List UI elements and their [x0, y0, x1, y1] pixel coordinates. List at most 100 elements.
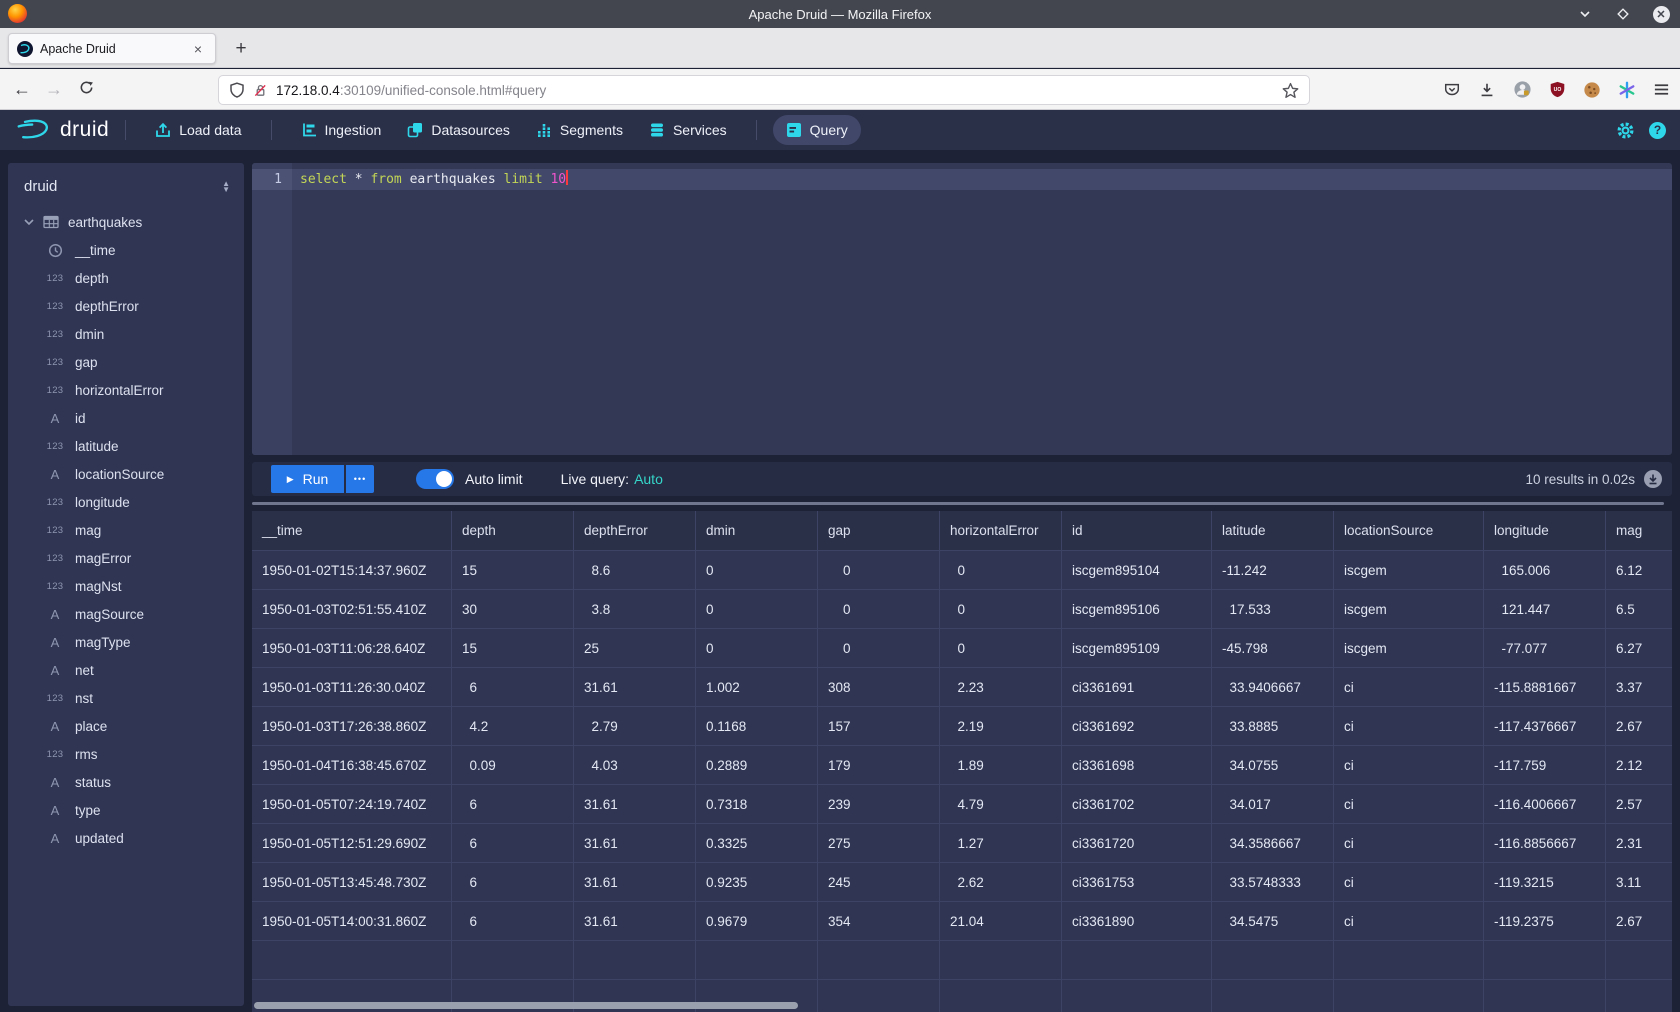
language-asterisk-icon[interactable]	[1618, 81, 1636, 99]
result-cell[interactable]: 0165.006	[1484, 551, 1606, 590]
result-cell[interactable]: 239	[818, 785, 940, 824]
result-cell[interactable]: 04.79	[940, 785, 1062, 824]
result-cell[interactable]: ci3361692	[1062, 707, 1212, 746]
result-cell[interactable]: 0	[696, 551, 818, 590]
schema-column-item[interactable]: AmagType	[8, 628, 244, 656]
result-cell[interactable]: 1950-01-05T14:00:31.860Z	[252, 902, 452, 941]
result-cell[interactable]: 1950-01-03T11:06:28.640Z	[252, 629, 452, 668]
result-cell[interactable]: 6.5	[1606, 590, 1672, 629]
settings-gear-icon[interactable]	[1616, 121, 1635, 140]
column-header-depthError[interactable]: depthError	[574, 511, 696, 551]
result-cell[interactable]: 06	[452, 668, 574, 707]
result-cell[interactable]: 0-77.077	[1484, 629, 1606, 668]
result-cell[interactable]: 15	[452, 551, 574, 590]
horizontal-scrollbar[interactable]	[254, 1002, 798, 1009]
auto-limit-toggle[interactable]	[416, 469, 454, 489]
schema-column-item[interactable]: 123magNst	[8, 572, 244, 600]
schema-column-item[interactable]: Anet	[8, 656, 244, 684]
result-cell[interactable]: 033.9406667	[1212, 668, 1334, 707]
result-cell[interactable]: 00.09	[452, 746, 574, 785]
cookie-icon[interactable]	[1583, 81, 1601, 99]
insecure-lock-icon[interactable]	[253, 83, 268, 98]
result-cell[interactable]: 06	[452, 863, 574, 902]
column-header-longitude[interactable]: longitude	[1484, 511, 1606, 551]
result-cell[interactable]: -116.4006667	[1484, 785, 1606, 824]
ublock-origin-icon[interactable]: UO	[1549, 81, 1566, 98]
result-cell[interactable]: 21.04	[940, 902, 1062, 941]
tab-close-icon[interactable]: ×	[189, 41, 207, 57]
result-cell[interactable]: ci3361691	[1062, 668, 1212, 707]
schema-column-item[interactable]: 123depthError	[8, 292, 244, 320]
result-cell[interactable]: 31.61	[574, 785, 696, 824]
schema-column-item[interactable]: 123longitude	[8, 488, 244, 516]
result-cell[interactable]: 6.27	[1606, 629, 1672, 668]
sql-query-text[interactable]: select * from earthquakes limit 10	[292, 169, 568, 190]
schema-column-item[interactable]: 123mag	[8, 516, 244, 544]
result-cell[interactable]: 0	[696, 629, 818, 668]
result-cell[interactable]: 25	[574, 629, 696, 668]
column-header-id[interactable]: id	[1062, 511, 1212, 551]
result-cell[interactable]: 00	[940, 551, 1062, 590]
column-header-mag[interactable]: mag	[1606, 511, 1672, 551]
result-cell[interactable]: ci3361720	[1062, 824, 1212, 863]
column-header-dmin[interactable]: dmin	[696, 511, 818, 551]
forward-button[interactable]: →	[38, 79, 70, 100]
result-cell[interactable]: ci3361702	[1062, 785, 1212, 824]
result-cell[interactable]: 3.37	[1606, 668, 1672, 707]
schema-column-item[interactable]: 123rms	[8, 740, 244, 768]
result-cell[interactable]: 1950-01-05T07:24:19.740Z	[252, 785, 452, 824]
result-cell[interactable]: 02.62	[940, 863, 1062, 902]
result-cell[interactable]: iscgem895109	[1062, 629, 1212, 668]
result-cell[interactable]: 034.5475	[1212, 902, 1334, 941]
result-cell[interactable]: 245	[818, 863, 940, 902]
result-cell[interactable]: iscgem895106	[1062, 590, 1212, 629]
result-cell[interactable]: 2.31	[1606, 824, 1672, 863]
result-cell[interactable]: 01.27	[940, 824, 1062, 863]
column-header-locationSource[interactable]: locationSource	[1334, 511, 1484, 551]
download-results-icon[interactable]	[1644, 470, 1662, 488]
result-cell[interactable]: 00	[940, 629, 1062, 668]
result-cell[interactable]: 0.9679	[696, 902, 818, 941]
result-cell[interactable]: 3.11	[1606, 863, 1672, 902]
sql-editor[interactable]: 1 select * from earthquakes limit 10	[252, 163, 1672, 455]
result-cell[interactable]: 033.5748333	[1212, 863, 1334, 902]
result-cell[interactable]: -117.4376667	[1484, 707, 1606, 746]
schema-column-item[interactable]: 123depth	[8, 264, 244, 292]
result-cell[interactable]: 02.19	[940, 707, 1062, 746]
schema-column-item[interactable]: 123horizontalError	[8, 376, 244, 404]
result-cell[interactable]: 0.1168	[696, 707, 818, 746]
result-cell[interactable]: ci	[1334, 707, 1484, 746]
bookmark-star-icon[interactable]	[1282, 82, 1299, 99]
nav-item-services[interactable]: Services	[636, 115, 740, 145]
result-cell[interactable]: 0	[696, 590, 818, 629]
result-cell[interactable]: 1950-01-03T02:51:55.410Z	[252, 590, 452, 629]
result-cell[interactable]: 31.61	[574, 824, 696, 863]
column-header-gap[interactable]: gap	[818, 511, 940, 551]
result-cell[interactable]: iscgem895104	[1062, 551, 1212, 590]
pocket-icon[interactable]	[1443, 81, 1461, 99]
result-cell[interactable]: 06	[452, 785, 574, 824]
result-cell[interactable]: 308	[818, 668, 940, 707]
result-cell[interactable]: 31.61	[574, 863, 696, 902]
column-header-latitude[interactable]: latitude	[1212, 511, 1334, 551]
result-cell[interactable]: 31.61	[574, 668, 696, 707]
schema-column-item[interactable]: Astatus	[8, 768, 244, 796]
result-cell[interactable]: 04.2	[452, 707, 574, 746]
result-cell[interactable]: 000	[818, 551, 940, 590]
help-icon[interactable]: ?	[1649, 122, 1666, 139]
schema-column-item[interactable]: __time	[8, 236, 244, 264]
result-cell[interactable]: 0.2889	[696, 746, 818, 785]
result-cell[interactable]: 00	[940, 590, 1062, 629]
nav-item-ingestion[interactable]: Ingestion	[288, 115, 395, 145]
result-cell[interactable]: 034.0755	[1212, 746, 1334, 785]
schema-column-item[interactable]: Aid	[8, 404, 244, 432]
result-cell[interactable]: ci	[1334, 824, 1484, 863]
result-cell[interactable]: ci	[1334, 863, 1484, 902]
schema-column-item[interactable]: AlocationSource	[8, 460, 244, 488]
schema-column-item[interactable]: AmagSource	[8, 600, 244, 628]
result-cell[interactable]: 034.017	[1212, 785, 1334, 824]
nav-item-segments[interactable]: Segments	[523, 115, 636, 145]
result-cell[interactable]: 2.67	[1606, 902, 1672, 941]
column-header-horizontalError[interactable]: horizontalError	[940, 511, 1062, 551]
run-more-button[interactable]: •••	[346, 465, 374, 493]
